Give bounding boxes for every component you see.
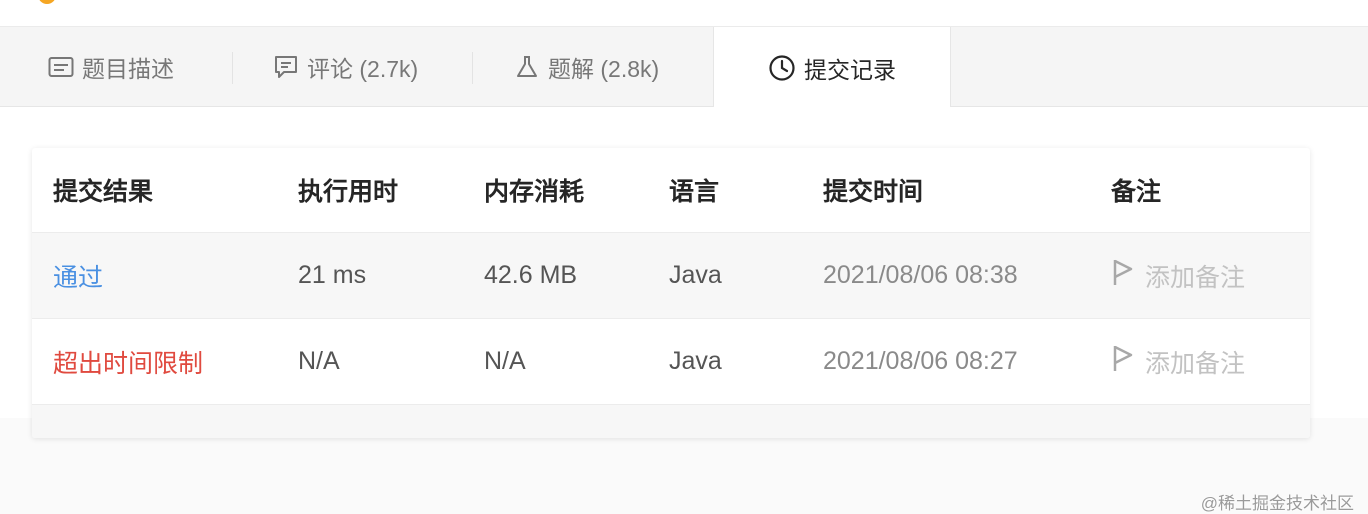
tab-description[interactable]: 题目描述 — [48, 27, 174, 107]
add-note-label: 添加备注 — [1145, 349, 1246, 378]
tab-submissions[interactable]: 提交记录 — [713, 27, 951, 108]
main-content: 提交结果 执行用时 内存消耗 语言 提交时间 备注 通过 21 ms 42.6 … — [0, 107, 1368, 513]
submit-time: 2021/08/06 08:27 — [823, 347, 1018, 375]
header-language: 语言 — [669, 178, 720, 206]
description-icon — [48, 56, 74, 78]
tab-divider — [232, 52, 233, 84]
tab-label: 提交记录 — [804, 56, 896, 83]
status-link[interactable]: 超出时间限制 — [53, 319, 203, 404]
table-row: 超出时间限制 N/A N/A Java 2021/08/06 08:27 添加备… — [32, 319, 1310, 405]
flag-icon — [1111, 257, 1135, 294]
runtime-value: N/A — [298, 347, 340, 375]
table-header: 提交结果 执行用时 内存消耗 语言 提交时间 备注 — [32, 148, 1310, 233]
submit-time: 2021/08/06 08:38 — [823, 261, 1018, 289]
header-time: 提交时间 — [823, 178, 924, 206]
header-memory: 内存消耗 — [484, 178, 585, 206]
memory-value: 42.6 MB — [484, 261, 578, 289]
memory-value: N/A — [484, 347, 526, 375]
language-value: Java — [669, 261, 722, 289]
header-status: 提交结果 — [53, 178, 154, 206]
runtime-value: 21 ms — [298, 261, 367, 289]
table-row: 通过 21 ms 42.6 MB Java 2021/08/06 08:38 添… — [32, 233, 1310, 319]
comment-icon — [273, 54, 299, 80]
status-link[interactable]: 通过 — [53, 233, 103, 318]
header-note: 备注 — [1111, 178, 1162, 206]
logo[interactable] — [38, 0, 56, 4]
tab-comments[interactable]: 评论 (2.7k) — [273, 27, 418, 107]
flag-icon — [1111, 343, 1135, 380]
table-row — [32, 405, 1310, 438]
submissions-table: 提交结果 执行用时 内存消耗 语言 提交时间 备注 通过 21 ms 42.6 … — [32, 148, 1310, 438]
tab-label: 题目描述 — [82, 56, 174, 82]
watermark: @稀土掘金技术社区 — [1200, 494, 1354, 513]
flask-icon — [514, 54, 540, 80]
top-bar — [0, 0, 1368, 27]
header-runtime: 执行用时 — [298, 178, 399, 206]
add-note-label: 添加备注 — [1145, 263, 1246, 292]
tab-divider — [472, 52, 473, 84]
tab-solutions[interactable]: 题解 (2.8k) — [514, 27, 659, 107]
language-value: Java — [669, 347, 722, 375]
tab-bar: 题目描述 评论 (2.7k) 题解 (2.8k) 提交记录 — [0, 27, 1368, 108]
add-note-button[interactable]: 添加备注 — [1111, 233, 1245, 318]
tab-label: 评论 (2.7k) — [307, 56, 419, 82]
clock-icon — [768, 54, 796, 82]
add-note-button[interactable]: 添加备注 — [1111, 319, 1245, 404]
tab-label: 题解 (2.8k) — [548, 56, 660, 82]
